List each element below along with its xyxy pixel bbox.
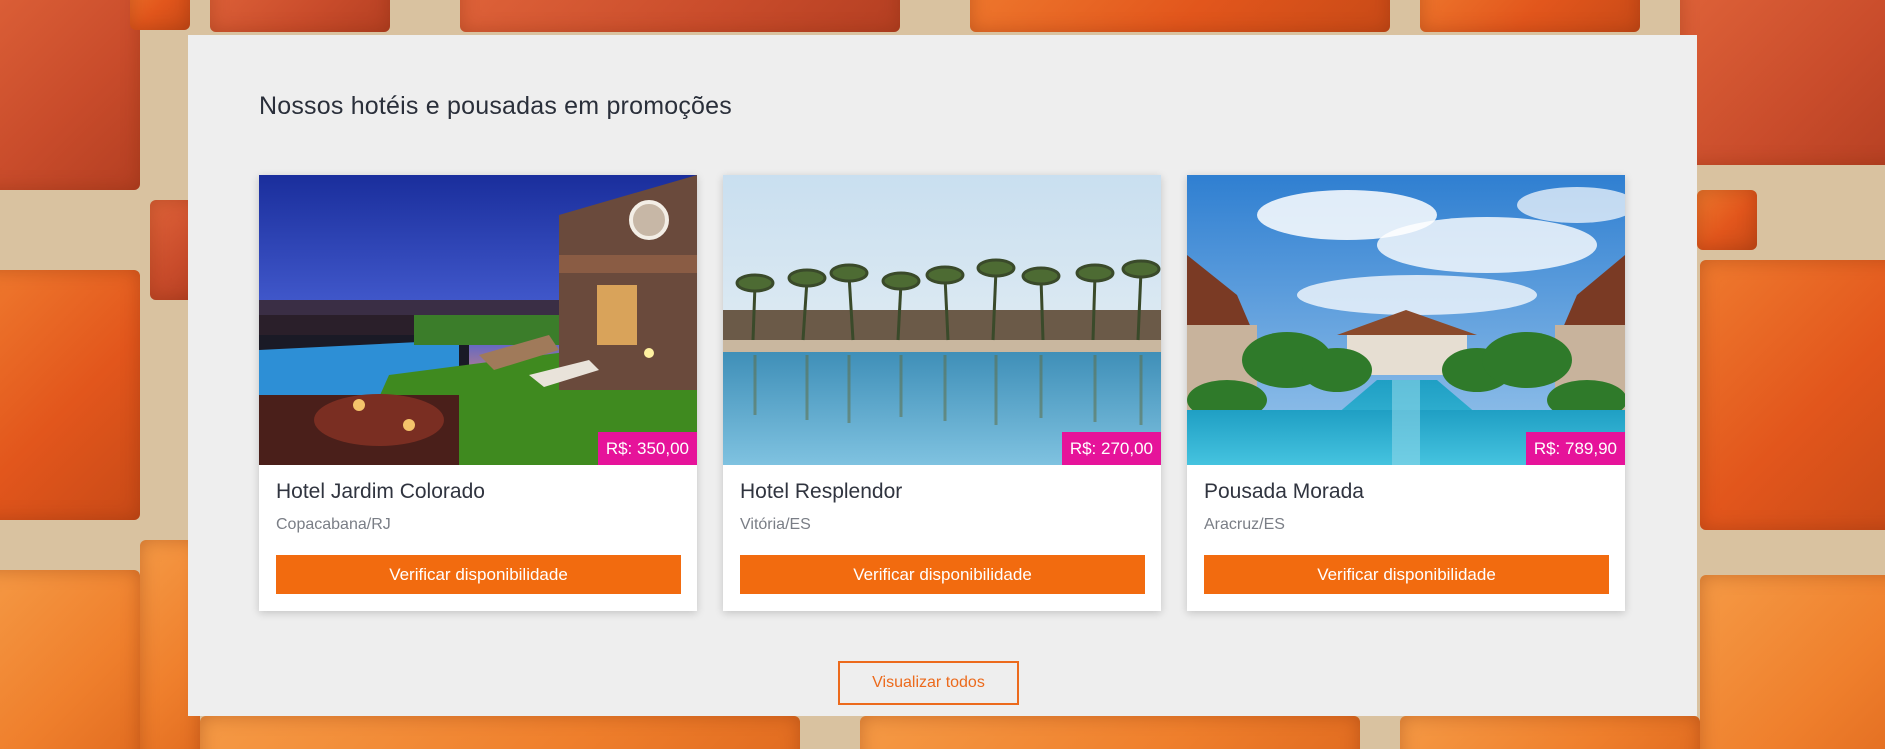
price-badge: R$: 350,00	[597, 432, 697, 465]
hotel-card[interactable]: R$: 270,00 Hotel Resplendor Vitória/ES V…	[723, 175, 1161, 611]
hotel-photo[interactable]: R$: 350,00	[259, 175, 697, 465]
section-title: Nossos hotéis e pousadas em promoções	[259, 92, 732, 120]
hotel-card[interactable]: R$: 789,90 Pousada Morada Aracruz/ES Ver…	[1187, 175, 1625, 611]
hotel-name: Hotel Jardim Colorado	[276, 480, 485, 503]
price-badge: R$: 789,90	[1525, 432, 1625, 465]
price-badge: R$: 270,00	[1061, 432, 1161, 465]
hotel-photo-palm-pool	[723, 175, 1161, 465]
hotel-name: Pousada Morada	[1204, 480, 1364, 503]
check-availability-button[interactable]: Verificar disponibilidade	[1204, 555, 1609, 594]
hotel-name: Hotel Resplendor	[740, 480, 903, 503]
hotel-card[interactable]: R$: 350,00 Hotel Jardim Colorado Copacab…	[259, 175, 697, 611]
check-availability-button[interactable]: Verificar disponibilidade	[740, 555, 1145, 594]
hotel-photo-tropical-resort	[1187, 175, 1625, 465]
hotel-location: Vitória/ES	[740, 516, 811, 533]
hotel-location: Copacabana/RJ	[276, 516, 391, 533]
hotel-location: Aracruz/ES	[1204, 516, 1285, 533]
hotel-photo[interactable]: R$: 270,00	[723, 175, 1161, 465]
hotel-photo[interactable]: R$: 789,90	[1187, 175, 1625, 465]
view-all-button[interactable]: Visualizar todos	[838, 661, 1019, 705]
hotel-photo-sunset-pool	[259, 175, 697, 465]
promotions-panel: Nossos hotéis e pousadas em promoções R$…	[188, 35, 1697, 716]
check-availability-button[interactable]: Verificar disponibilidade	[276, 555, 681, 594]
